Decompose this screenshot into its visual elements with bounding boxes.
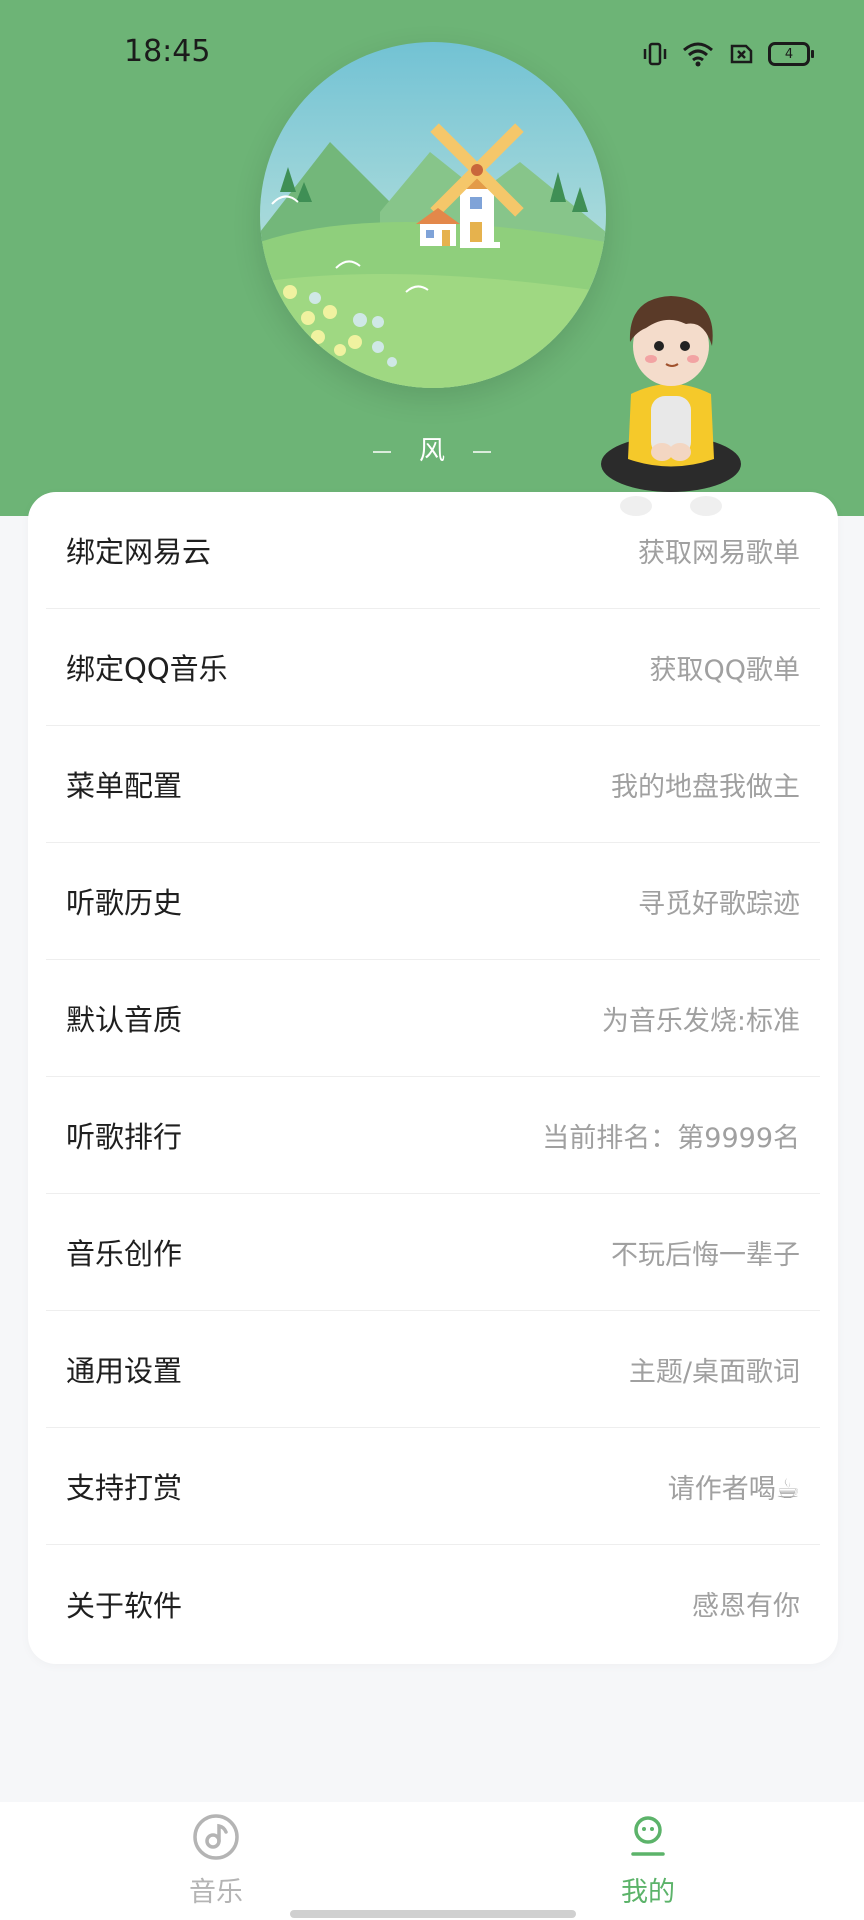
nav-tab-mine[interactable]: 我的 bbox=[558, 1812, 738, 1912]
menu-item-about-app[interactable]: 关于软件 感恩有你 bbox=[46, 1545, 820, 1662]
menu-item-music-creation[interactable]: 音乐创作 不玩后悔一辈子 bbox=[46, 1194, 820, 1311]
menu-item-label: 通用设置 bbox=[66, 1354, 183, 1388]
menu-item-general-settings[interactable]: 通用设置 主题/桌面歌词 bbox=[46, 1311, 820, 1428]
menu-item-desc: 寻觅好歌踪迹 bbox=[638, 888, 800, 920]
status-icons: 4 bbox=[642, 38, 814, 70]
home-indicator[interactable] bbox=[290, 1910, 576, 1918]
menu-item-desc: 当前排名：第9999名 bbox=[542, 1122, 800, 1154]
status-time: 18:45 bbox=[124, 34, 211, 69]
cartoon-figure-avatar bbox=[601, 296, 741, 516]
title-right-dash bbox=[473, 450, 492, 453]
menu-item-desc: 我的地盘我做主 bbox=[611, 771, 800, 803]
menu-item-desc: 不玩后悔一辈子 bbox=[611, 1239, 800, 1271]
menu-item-listen-ranking[interactable]: 听歌排行 当前排名：第9999名 bbox=[46, 1077, 820, 1194]
wifi-icon bbox=[683, 42, 713, 67]
menu-item-label: 菜单配置 bbox=[66, 769, 183, 803]
music-disc-icon bbox=[193, 1814, 239, 1860]
menu-item-desc: 主题/桌面歌词 bbox=[628, 1356, 800, 1388]
menu-item-label: 关于软件 bbox=[66, 1588, 183, 1623]
menu-item-label: 绑定网易云 bbox=[66, 535, 212, 569]
vibrate-icon bbox=[643, 42, 667, 66]
song-title: 风 bbox=[418, 436, 445, 466]
nav-tab-music[interactable]: 音乐 bbox=[126, 1812, 306, 1912]
sim-off-icon bbox=[730, 44, 753, 64]
menu-item-desc: 获取网易歌单 bbox=[638, 537, 800, 569]
bottom-nav: 音乐 我的 bbox=[0, 1802, 864, 1920]
menu-item-label: 支持打赏 bbox=[66, 1471, 183, 1505]
menu-item-label: 音乐创作 bbox=[66, 1237, 183, 1271]
menu-card: 绑定网易云 获取网易歌单 绑定QQ音乐 获取QQ歌单 菜单配置 我的地盘我做主 … bbox=[28, 492, 838, 1664]
menu-item-label: 绑定QQ音乐 bbox=[66, 652, 228, 686]
menu-item-label: 听歌历史 bbox=[66, 886, 183, 920]
album-cover[interactable] bbox=[260, 42, 606, 388]
menu-item-label: 听歌排行 bbox=[66, 1120, 183, 1154]
menu-item-desc: 获取QQ歌单 bbox=[649, 654, 800, 686]
avatar[interactable] bbox=[596, 284, 746, 534]
nav-label-music: 音乐 bbox=[189, 1877, 243, 1908]
battery-icon: 4 bbox=[768, 42, 814, 66]
menu-item-menu-config[interactable]: 菜单配置 我的地盘我做主 bbox=[46, 726, 820, 843]
landscape-artwork bbox=[260, 42, 606, 388]
menu-item-desc: 请作者喝☕ bbox=[667, 1473, 800, 1505]
profile-icon bbox=[631, 1816, 665, 1856]
nav-label-mine: 我的 bbox=[621, 1877, 675, 1908]
menu-item-listen-history[interactable]: 听歌历史 寻觅好歌踪迹 bbox=[46, 843, 820, 960]
menu-item-label: 默认音质 bbox=[66, 1003, 183, 1037]
menu-item-desc: 感恩有你 bbox=[692, 1591, 800, 1622]
title-left-dash bbox=[372, 450, 391, 453]
menu-item-support-donate[interactable]: 支持打赏 请作者喝☕ bbox=[46, 1428, 820, 1545]
menu-item-default-quality[interactable]: 默认音质 为音乐发烧:标准 bbox=[46, 960, 820, 1077]
menu-item-desc: 为音乐发烧:标准 bbox=[601, 1005, 800, 1037]
battery-level: 4 bbox=[784, 46, 794, 62]
menu-item-bind-qq-music[interactable]: 绑定QQ音乐 获取QQ歌单 bbox=[46, 609, 820, 726]
